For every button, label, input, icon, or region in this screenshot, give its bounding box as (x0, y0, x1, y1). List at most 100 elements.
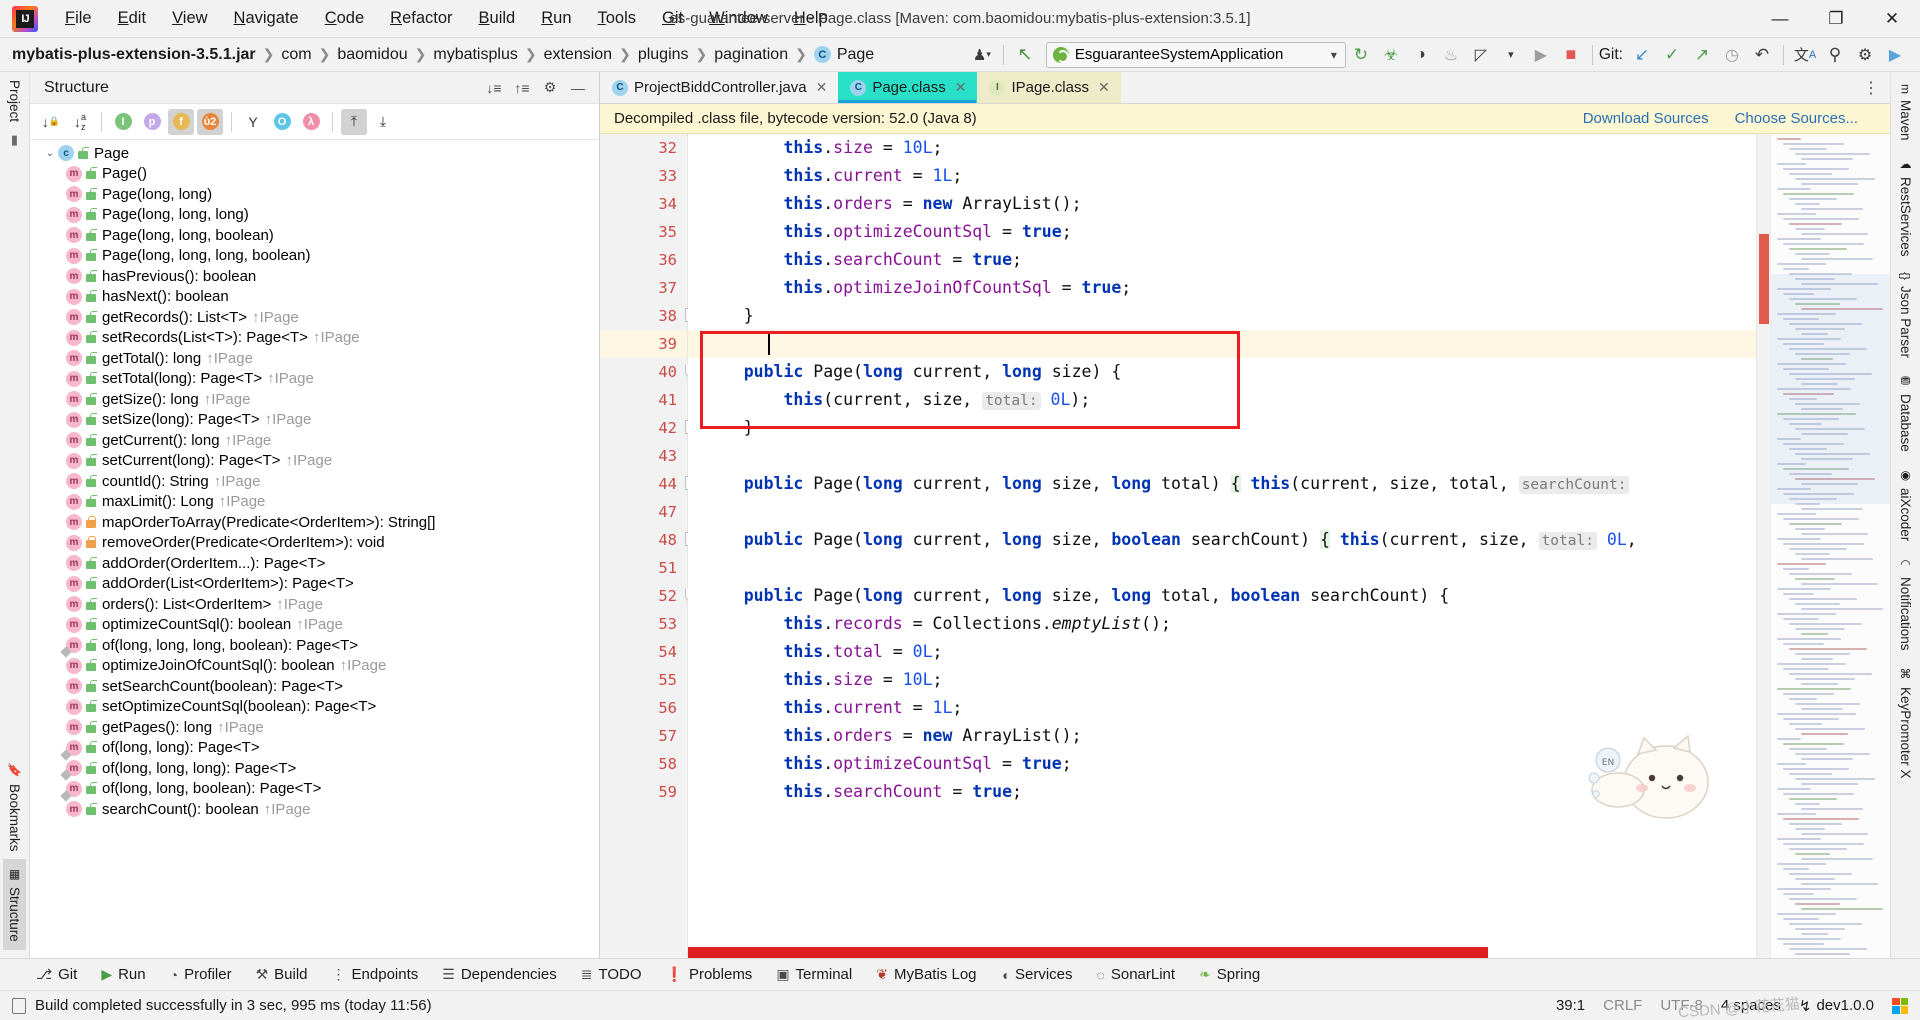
editor-tab-bar[interactable]: CProjectBiddController.java✕CPage.class✕… (600, 72, 1890, 104)
settings-gear-icon[interactable]: ⚙ (1850, 42, 1880, 68)
structure-tree[interactable]: ⌄cPagemPage()mPage(long, long)mPage(long… (30, 140, 599, 958)
code-line[interactable]: public Page(long current, long size, boo… (688, 526, 1756, 554)
git-commit-icon[interactable]: ✓ (1657, 42, 1687, 68)
code-line[interactable]: this.optimizeCountSql = true; (688, 750, 1756, 778)
tree-node-method[interactable]: mof(long, long, long, boolean): Page<T> (30, 635, 599, 656)
tree-node-method[interactable]: mhasPrevious(): boolean (30, 266, 599, 287)
rail-item-structure[interactable]: ▦ Structure (3, 859, 26, 950)
line-number[interactable]: 44+ (600, 470, 687, 498)
editor-tab-projectbiddcontroller-java[interactable]: CProjectBiddController.java✕ (600, 72, 838, 103)
show-anonymous-classes-icon[interactable]: O (269, 109, 295, 135)
stop-icon[interactable]: ■ (1556, 42, 1586, 68)
breadcrumb-item-plugins[interactable]: plugins (638, 46, 689, 64)
code-line[interactable]: } (688, 302, 1756, 330)
minimize-button[interactable]: — (1752, 0, 1808, 38)
editor-tab-page-class[interactable]: CPage.class✕ (838, 72, 977, 103)
tree-node-method[interactable]: mPage() (30, 164, 599, 185)
line-number[interactable]: 47 (600, 498, 687, 526)
close-button[interactable]: ✕ (1864, 0, 1920, 38)
code-line[interactable] (688, 330, 1756, 358)
tree-node-method[interactable]: mmaxLimit(): Long↑IPage (30, 492, 599, 513)
git-branch-indicator[interactable]: ↯ dev1.0.0 (1799, 997, 1874, 1015)
tree-node-method[interactable]: mgetRecords(): List<T>↑IPage (30, 307, 599, 328)
menu-code[interactable]: Code (312, 5, 377, 32)
tab-options-icon[interactable]: ⋮ (1863, 78, 1880, 98)
menu-window[interactable]: Window (696, 5, 781, 32)
tree-node-method[interactable]: mgetTotal(): long↑IPage (30, 348, 599, 369)
group-methods-icon[interactable]: Y (240, 109, 266, 135)
rerun-icon[interactable]: ↻ (1346, 42, 1376, 68)
line-number[interactable]: 42− (600, 414, 687, 442)
menu-view[interactable]: View (159, 5, 220, 32)
ide-play-icon[interactable]: ▶ (1880, 42, 1910, 68)
line-number[interactable]: 57 (600, 722, 687, 750)
main-menu-bar[interactable]: FileEditViewNavigateCodeRefactorBuildRun… (52, 5, 841, 32)
tool-window-run[interactable]: ▶Run (89, 962, 157, 987)
tree-node-method[interactable]: mPage(long, long, long) (30, 205, 599, 226)
maximize-button[interactable]: ❐ (1808, 0, 1864, 38)
line-number[interactable]: 33 (600, 162, 687, 190)
line-number[interactable]: 56 (600, 694, 687, 722)
code-line[interactable]: this.size = 10L; (688, 666, 1756, 694)
translate-icon[interactable]: 文A (1790, 42, 1820, 68)
tool-window-sonarlint[interactable]: ◌SonarLint (1085, 962, 1188, 987)
breadcrumb-item-page[interactable]: CPage (814, 46, 874, 64)
tree-node-method[interactable]: msetCurrent(long): Page<T>↑IPage (30, 451, 599, 472)
code-line[interactable]: this(current, size, total: 0L); (688, 386, 1756, 414)
rail-item-json-parser[interactable]: {}Json Parser (1894, 264, 1917, 366)
line-number[interactable]: 37 (600, 274, 687, 302)
line-number[interactable]: 51 (600, 554, 687, 582)
tree-node-method[interactable]: moptimizeCountSql(): boolean↑IPage (30, 615, 599, 636)
line-number[interactable]: 38− (600, 302, 687, 330)
rail-item-aixcoder[interactable]: ◉aiXcoder (1894, 460, 1917, 549)
line-number[interactable]: 55 (600, 666, 687, 694)
tool-window-bar[interactable]: ⎇Git▶Run◔Profiler⚒Build⋮Endpoints☰Depend… (0, 958, 1920, 990)
code-line[interactable] (688, 498, 1756, 526)
hide-panel-icon[interactable]: — (565, 76, 591, 100)
tree-node-method[interactable]: mof(long, long, long): Page<T> (30, 758, 599, 779)
back-arrow-icon[interactable]: ↖ (1010, 42, 1040, 68)
code-text-area[interactable]: this.size = 10L; this.current = 1L; this… (688, 134, 1756, 958)
close-icon[interactable]: ✕ (1098, 79, 1110, 96)
tree-node-method[interactable]: msetSize(long): Page<T>↑IPage (30, 410, 599, 431)
line-number[interactable]: 34 (600, 190, 687, 218)
tool-window-mybatis-log[interactable]: ❦MyBatis Log (864, 962, 988, 987)
coverage-icon[interactable]: ◑ (1406, 42, 1436, 68)
menu-tools[interactable]: Tools (585, 5, 650, 32)
line-number[interactable]: 53 (600, 610, 687, 638)
tree-node-method[interactable]: mcountId(): String↑IPage (30, 471, 599, 492)
tree-node-method[interactable]: mremoveOrder(Predicate<OrderItem>): void (30, 533, 599, 554)
menu-file[interactable]: File (52, 5, 105, 32)
rail-item-maven[interactable]: mMaven (1894, 76, 1917, 149)
code-line[interactable]: public Page(long current, long size) { (688, 358, 1756, 386)
line-number[interactable]: 54 (600, 638, 687, 666)
tree-node-method[interactable]: msetTotal(long): Page<T>↑IPage (30, 369, 599, 390)
menu-edit[interactable]: Edit (105, 5, 159, 32)
expand-all-icon[interactable]: ↓≡ (481, 76, 507, 100)
choose-sources-link[interactable]: Choose Sources... (1735, 110, 1858, 127)
tree-node-method[interactable]: mof(long, long): Page<T> (30, 738, 599, 759)
breadcrumb-item-mybatis-plus-extension-3-5-1-jar[interactable]: mybatis-plus-extension-3.5.1.jar (12, 46, 256, 64)
code-line[interactable]: this.size = 10L; (688, 134, 1756, 162)
git-update-icon[interactable]: ↙ (1627, 42, 1657, 68)
breadcrumb-item-extension[interactable]: extension (544, 46, 613, 64)
code-line[interactable]: this.orders = new ArrayList(); (688, 722, 1756, 750)
caret-position[interactable]: 39:1 (1556, 997, 1585, 1014)
chevron-down-icon[interactable]: ⌄ (42, 148, 58, 159)
code-line[interactable]: public Page(long current, long size, lon… (688, 582, 1756, 610)
tree-node-method[interactable]: mof(long, long, boolean): Page<T> (30, 779, 599, 800)
line-number[interactable]: 32 (600, 134, 687, 162)
show-fields-icon[interactable]: f (168, 109, 194, 135)
tree-node-method[interactable]: mgetCurrent(): long↑IPage (30, 430, 599, 451)
tree-node-method[interactable]: mPage(long, long) (30, 184, 599, 205)
close-icon[interactable]: ✕ (955, 79, 967, 96)
tool-window-services[interactable]: ◖Services (989, 962, 1085, 987)
tool-window-dependencies[interactable]: ☰Dependencies (430, 962, 568, 987)
breadcrumb-item-mybatisplus[interactable]: mybatisplus (433, 46, 517, 64)
git-push-icon[interactable]: ↗ (1687, 42, 1717, 68)
code-line[interactable]: this.optimizeJoinOfCountSql = true; (688, 274, 1756, 302)
git-history-icon[interactable]: ◷ (1717, 42, 1747, 68)
code-line[interactable]: this.optimizeCountSql = true; (688, 218, 1756, 246)
dropdown-arrow-icon[interactable]: ▾ (1496, 42, 1526, 68)
menu-run[interactable]: Run (528, 5, 584, 32)
